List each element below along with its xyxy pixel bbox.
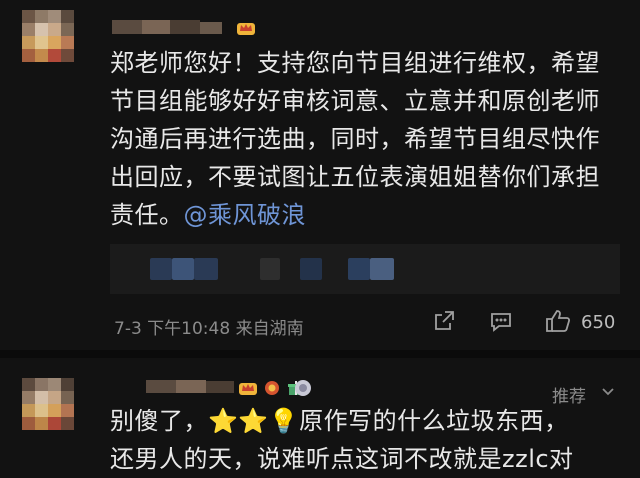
username-blurred[interactable] bbox=[112, 20, 222, 34]
comment-line: 节目组能够好好审核词意、立意并和原创老师 bbox=[110, 87, 600, 115]
username-blurred[interactable] bbox=[146, 380, 234, 394]
emoji-group: ⭐⭐💡 bbox=[208, 407, 300, 435]
circle-badge-icon bbox=[294, 379, 312, 401]
comment-line: 郑老师您好！支持您向节目组进行维权，希望 bbox=[110, 49, 600, 77]
comment-card: 郑老师您好！支持您向节目组进行维权，希望 节目组能够好好审核词意、立意并和原创老… bbox=[0, 0, 640, 350]
chevron-down-icon[interactable] bbox=[600, 383, 616, 403]
comment-line: 还男人的天，说难听点这词不改就是zzlc对 bbox=[110, 445, 574, 473]
comment-line: 别傻了，⭐⭐💡原作写的什么垃圾东西， bbox=[110, 402, 620, 440]
quoted-reply-blurred[interactable] bbox=[110, 244, 620, 294]
mention-link[interactable]: @乘风破浪 bbox=[184, 201, 307, 229]
comment-text: 别傻了，⭐⭐💡原作写的什么垃圾东西， 还男人的天，说难听点这词不改就是zzlc对 bbox=[110, 402, 620, 478]
crown-badge-icon bbox=[236, 18, 256, 40]
comment-meta: 7-3 下午10:48 来自湖南 bbox=[114, 319, 304, 339]
like-count: 650 bbox=[581, 312, 616, 333]
comment-line-suffix: 原作写的什么垃圾东西， bbox=[299, 407, 569, 435]
comment-text: 郑老师您好！支持您向节目组进行维权，希望 节目组能够好好审核词意、立意并和原创老… bbox=[110, 44, 620, 234]
comment-line-prefix: 别傻了， bbox=[110, 407, 208, 435]
comment-line: 出回应，不要试图让五位表演姐姐替你们承担 bbox=[110, 163, 600, 191]
comment-line: 责任。@乘风破浪 bbox=[110, 196, 620, 234]
comment-card: 推荐 别傻了，⭐⭐💡原作写的什么垃圾东西， 还男人的天，说难听点这词不改就是zz… bbox=[0, 350, 640, 476]
avatar[interactable] bbox=[22, 378, 74, 430]
avatar[interactable] bbox=[22, 10, 74, 62]
comment-icon[interactable] bbox=[489, 309, 513, 333]
like-icon[interactable] bbox=[545, 309, 571, 333]
comment-line-prefix: 责任。 bbox=[110, 201, 184, 229]
share-icon[interactable] bbox=[432, 309, 456, 333]
crown-badge-icon bbox=[238, 378, 258, 400]
comment-line: 沟通后再进行选曲，同时，希望节目组尽快作 bbox=[110, 125, 600, 153]
medal-badge-icon bbox=[262, 378, 282, 400]
